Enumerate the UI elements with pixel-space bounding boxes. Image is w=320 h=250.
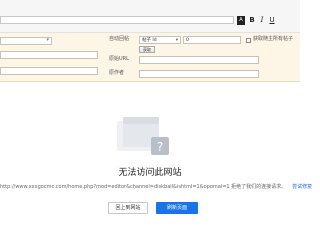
chevron-down-icon: ▾ [175, 38, 178, 43]
source-url-label: 原始URL [109, 56, 129, 62]
left-text-field-1[interactable] [0, 51, 98, 59]
get-all-checkbox[interactable] [246, 38, 251, 43]
error-detail-text: http://www.xxxgocmc.com/home.php?mod=edi… [0, 184, 287, 190]
chevron-down-icon: ▾ [46, 37, 49, 43]
post-options-panel: ▾ 自动回帖 帖子 Id ▾ 0 获取随主所有帖子 获取 原始URL 原作者 [0, 33, 300, 82]
reply-type-value: 帖子 Id [142, 38, 157, 43]
editor-toolbar: A B I U [0, 0, 300, 33]
get-all-label: 获取随主所有帖子 [253, 36, 294, 42]
source-url-input[interactable] [139, 56, 259, 64]
italic-button[interactable]: I [258, 16, 266, 25]
bold-button[interactable]: B [248, 16, 256, 25]
author-input[interactable] [139, 70, 259, 78]
back-button[interactable]: 回上到网站 [108, 202, 148, 214]
reply-type-select[interactable]: 帖子 Id ▾ [139, 36, 181, 44]
author-label: 原作者 [109, 70, 125, 76]
svg-text:?: ? [157, 140, 163, 154]
underline-button[interactable]: U [268, 16, 276, 25]
broken-page-icon: ? [117, 117, 169, 155]
left-text-field-2[interactable] [0, 67, 98, 75]
reply-number-input[interactable]: 0 [183, 36, 241, 44]
error-detail: http://www.xxxgocmc.com/home.php?mod=edi… [0, 183, 312, 190]
get-button[interactable]: 获取 [139, 46, 155, 53]
refresh-button[interactable]: 刷新页面 [156, 202, 198, 214]
font-color-button[interactable]: A [237, 16, 245, 25]
error-title: 无法访问此网站 [118, 168, 182, 178]
category-select[interactable]: ▾ [0, 37, 52, 45]
help-link[interactable]: 尝试修复 [292, 184, 312, 190]
title-input[interactable] [0, 16, 234, 24]
auto-reply-label: 自动回帖 [109, 36, 130, 42]
